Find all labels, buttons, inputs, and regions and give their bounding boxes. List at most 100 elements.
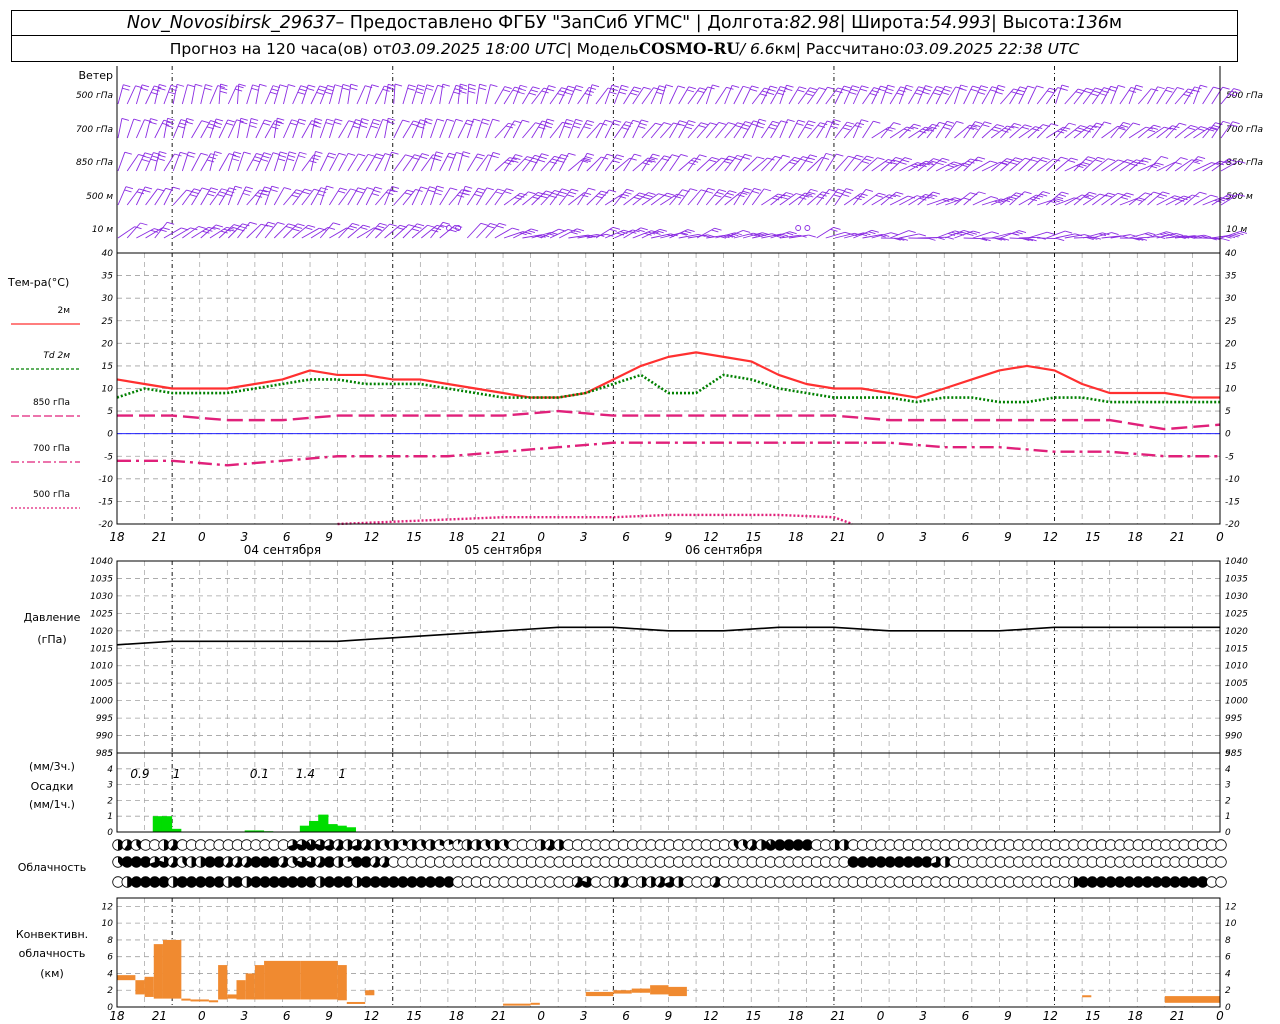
wind-barb-feather	[358, 153, 366, 157]
wind-barb	[843, 193, 868, 206]
wind-barb-shaft	[117, 152, 126, 172]
wind-barb-feather	[875, 194, 883, 198]
wind-barb-shaft	[494, 86, 506, 105]
wind-barb-feather	[830, 125, 838, 129]
wind-barb	[255, 83, 267, 105]
x-tick-label-bottom: 3	[919, 1009, 927, 1023]
wind-barb	[512, 84, 528, 105]
wind-barb-feather	[262, 122, 271, 126]
wind-barb-feather	[263, 152, 271, 156]
wind-barb-shaft	[264, 85, 274, 105]
wind-barb-feather	[864, 158, 872, 162]
calm-wind-marker	[445, 225, 452, 231]
wind-barb-feather	[166, 124, 174, 128]
wind-barb-shaft	[292, 85, 302, 105]
y-tick-label-right: 1020	[1225, 627, 1248, 637]
x-tick-label-bottom: 15	[406, 1009, 421, 1023]
x-tick-label: 21	[1170, 530, 1185, 544]
wind-barb-feather	[591, 84, 600, 88]
y-tick-label: 1000	[90, 697, 113, 707]
wind-barb-feather	[361, 118, 369, 121]
wind-barb-shaft	[889, 195, 909, 206]
conv-cloud-bar	[135, 980, 145, 995]
y-tick-label: 3	[107, 781, 113, 791]
wind-barb-feather	[612, 226, 621, 230]
wind-barb-feather	[908, 230, 916, 234]
wind-barb-feather	[1080, 125, 1088, 128]
cloud-circle-outline	[1215, 856, 1227, 868]
wind-barb-feather	[711, 229, 719, 233]
wind-barb-feather	[1127, 159, 1135, 163]
wind-barb-feather	[786, 84, 794, 88]
wind-barb-feather	[530, 89, 538, 93]
wind-barb-shaft	[227, 151, 235, 172]
wind-barb-feather	[561, 188, 569, 192]
wind-barb-feather	[726, 86, 734, 90]
x-tick-label-bottom: 9	[1004, 1009, 1012, 1023]
wind-barb-shaft	[246, 223, 262, 239]
wind-barb-feather	[749, 88, 758, 92]
wind-barb-feather	[630, 92, 638, 96]
wind-barb-feather	[207, 193, 215, 197]
wind-barb-shaft	[439, 84, 444, 105]
wind-barb-shaft	[264, 186, 273, 206]
wind-barb-feather	[904, 157, 912, 160]
y-tick-label-right: 3	[1225, 781, 1231, 791]
wind-barb-feather	[979, 88, 987, 92]
wind-barb-feather	[994, 126, 1002, 130]
wind-barb-feather	[277, 117, 285, 121]
wind-barb	[402, 84, 416, 105]
wind-barb-feather	[1009, 162, 1018, 165]
wind-barb-shaft	[1156, 86, 1168, 105]
wind-barb-shaft	[384, 152, 392, 172]
wind-barb-feather	[610, 88, 618, 92]
wind-barb-shaft	[319, 152, 330, 172]
wind-barb	[181, 84, 195, 105]
cloud-cover-circle	[1215, 839, 1227, 851]
wind-barb	[899, 233, 926, 239]
y-tick-label-right: 15	[1225, 362, 1237, 372]
wind-barb-feather	[537, 159, 546, 163]
wind-barb-feather	[436, 118, 445, 122]
wind-barb-feather	[402, 119, 410, 123]
wind-barb-feather	[124, 151, 132, 155]
wind-barb	[724, 85, 740, 105]
wind-barb-feather	[427, 189, 436, 193]
calm-wind-marker	[795, 225, 802, 231]
y-tick-label-right: 30	[1225, 294, 1237, 304]
wind-barb-feather	[709, 122, 718, 126]
wind-level-label: 500 м	[86, 192, 113, 202]
wind-barb-feather	[861, 85, 869, 89]
wind-barb-shaft	[154, 222, 168, 239]
wind-barb-shaft	[420, 84, 428, 105]
wind-barb	[1073, 236, 1102, 240]
wind-barb	[852, 85, 869, 105]
wind-barb-feather	[808, 234, 816, 238]
conv-title-line1: Конвективн.	[16, 928, 88, 941]
wind-barb-feather	[804, 126, 812, 130]
wind-barb-feather	[424, 121, 432, 125]
wind-barb-feather	[388, 117, 396, 121]
y-tick-label: 1005	[90, 679, 113, 689]
x-tick-label: 3	[919, 530, 927, 544]
wind-barb-feather	[297, 122, 305, 125]
wind-barb	[255, 119, 272, 139]
wind-barb-feather	[1024, 124, 1032, 128]
wind-barb-feather	[833, 119, 841, 123]
wind-barb-feather	[846, 121, 855, 125]
wind-barb-feather	[1057, 238, 1065, 242]
wind-barb-feather	[545, 122, 554, 125]
wind-barb-feather	[270, 189, 278, 192]
wind-barb-feather	[686, 123, 694, 127]
conv-cloud-bar	[585, 991, 614, 997]
wind-barb-feather	[167, 221, 175, 225]
wind-barb-shaft	[237, 84, 240, 105]
wind-barb	[476, 118, 490, 139]
wind-barb-feather	[744, 153, 752, 157]
wind-barb-feather	[574, 88, 582, 92]
wind-barb	[1027, 85, 1044, 105]
wind-barb-shaft	[567, 85, 577, 105]
wind-barb-shaft	[613, 85, 622, 105]
wind-barb-shaft	[365, 186, 376, 206]
x-tick-label: 15	[406, 530, 421, 544]
